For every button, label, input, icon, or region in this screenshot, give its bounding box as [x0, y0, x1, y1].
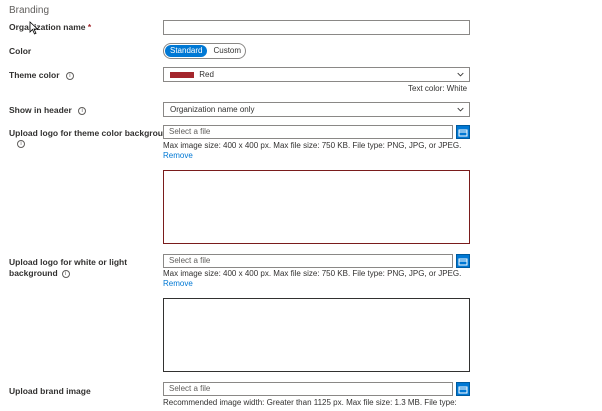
show-in-header-label: Show in header i [9, 105, 87, 116]
theme-color-label-text: Theme color [9, 70, 60, 80]
logo-light-preview [163, 298, 470, 372]
logo-theme-remove-link[interactable]: Remove [163, 151, 193, 160]
info-icon[interactable]: i [78, 106, 87, 115]
theme-color-value: Red [199, 70, 214, 79]
org-name-input[interactable] [163, 20, 470, 35]
show-in-header-value: Organization name only [170, 105, 255, 114]
text-color-note: Text color: White [408, 84, 468, 93]
show-in-header-label-text: Show in header [9, 105, 72, 115]
logo-light-browse-button[interactable] [456, 254, 470, 268]
logo-light-remove-link[interactable]: Remove [163, 279, 193, 288]
brand-image-label: Upload brand image [9, 386, 91, 396]
theme-color-dropdown[interactable]: Red [163, 67, 470, 82]
org-name-label: Organization name * [9, 22, 91, 33]
logo-light-file-input[interactable]: Select a file [163, 254, 453, 268]
org-name-label-text: Organization name [9, 22, 86, 32]
folder-icon [458, 386, 468, 394]
logo-theme-browse-button[interactable] [456, 125, 470, 139]
info-icon[interactable]: i [17, 140, 25, 148]
logo-theme-help: Max image size: 400 x 400 px. Max file s… [163, 141, 462, 150]
theme-color-label: Theme color i [9, 70, 74, 81]
folder-icon [458, 129, 468, 137]
show-in-header-dropdown[interactable]: Organization name only [163, 102, 470, 117]
section-title: Branding [9, 5, 50, 16]
color-toggle[interactable]: Standard Custom [163, 43, 246, 59]
brand-image-help: Recommended image width: Greater than 11… [163, 398, 457, 407]
logo-light-label-line1: Upload logo for white or light [9, 257, 128, 267]
logo-light-label-line2: background [9, 268, 58, 278]
color-option-custom[interactable]: Custom [208, 45, 245, 57]
chevron-down-icon [457, 72, 464, 77]
brand-image-file-input[interactable]: Select a file [163, 382, 453, 396]
required-mark: * [87, 22, 92, 32]
info-icon[interactable]: i [61, 269, 70, 278]
mouse-cursor-icon [29, 21, 39, 35]
logo-light-help: Max image size: 400 x 400 px. Max file s… [163, 269, 462, 278]
chevron-down-icon [457, 107, 464, 112]
logo-theme-label: Upload logo for theme color background [9, 128, 174, 138]
logo-theme-preview [163, 170, 470, 244]
logo-theme-file-input[interactable]: Select a file [163, 125, 453, 139]
brand-image-browse-button[interactable] [456, 382, 470, 396]
color-swatch [170, 71, 194, 78]
logo-light-label: Upload logo for white or light backgroun… [9, 257, 127, 279]
info-icon[interactable]: i [65, 71, 74, 80]
folder-icon [458, 258, 468, 266]
color-label: Color [9, 46, 32, 56]
color-option-standard[interactable]: Standard [165, 45, 208, 57]
